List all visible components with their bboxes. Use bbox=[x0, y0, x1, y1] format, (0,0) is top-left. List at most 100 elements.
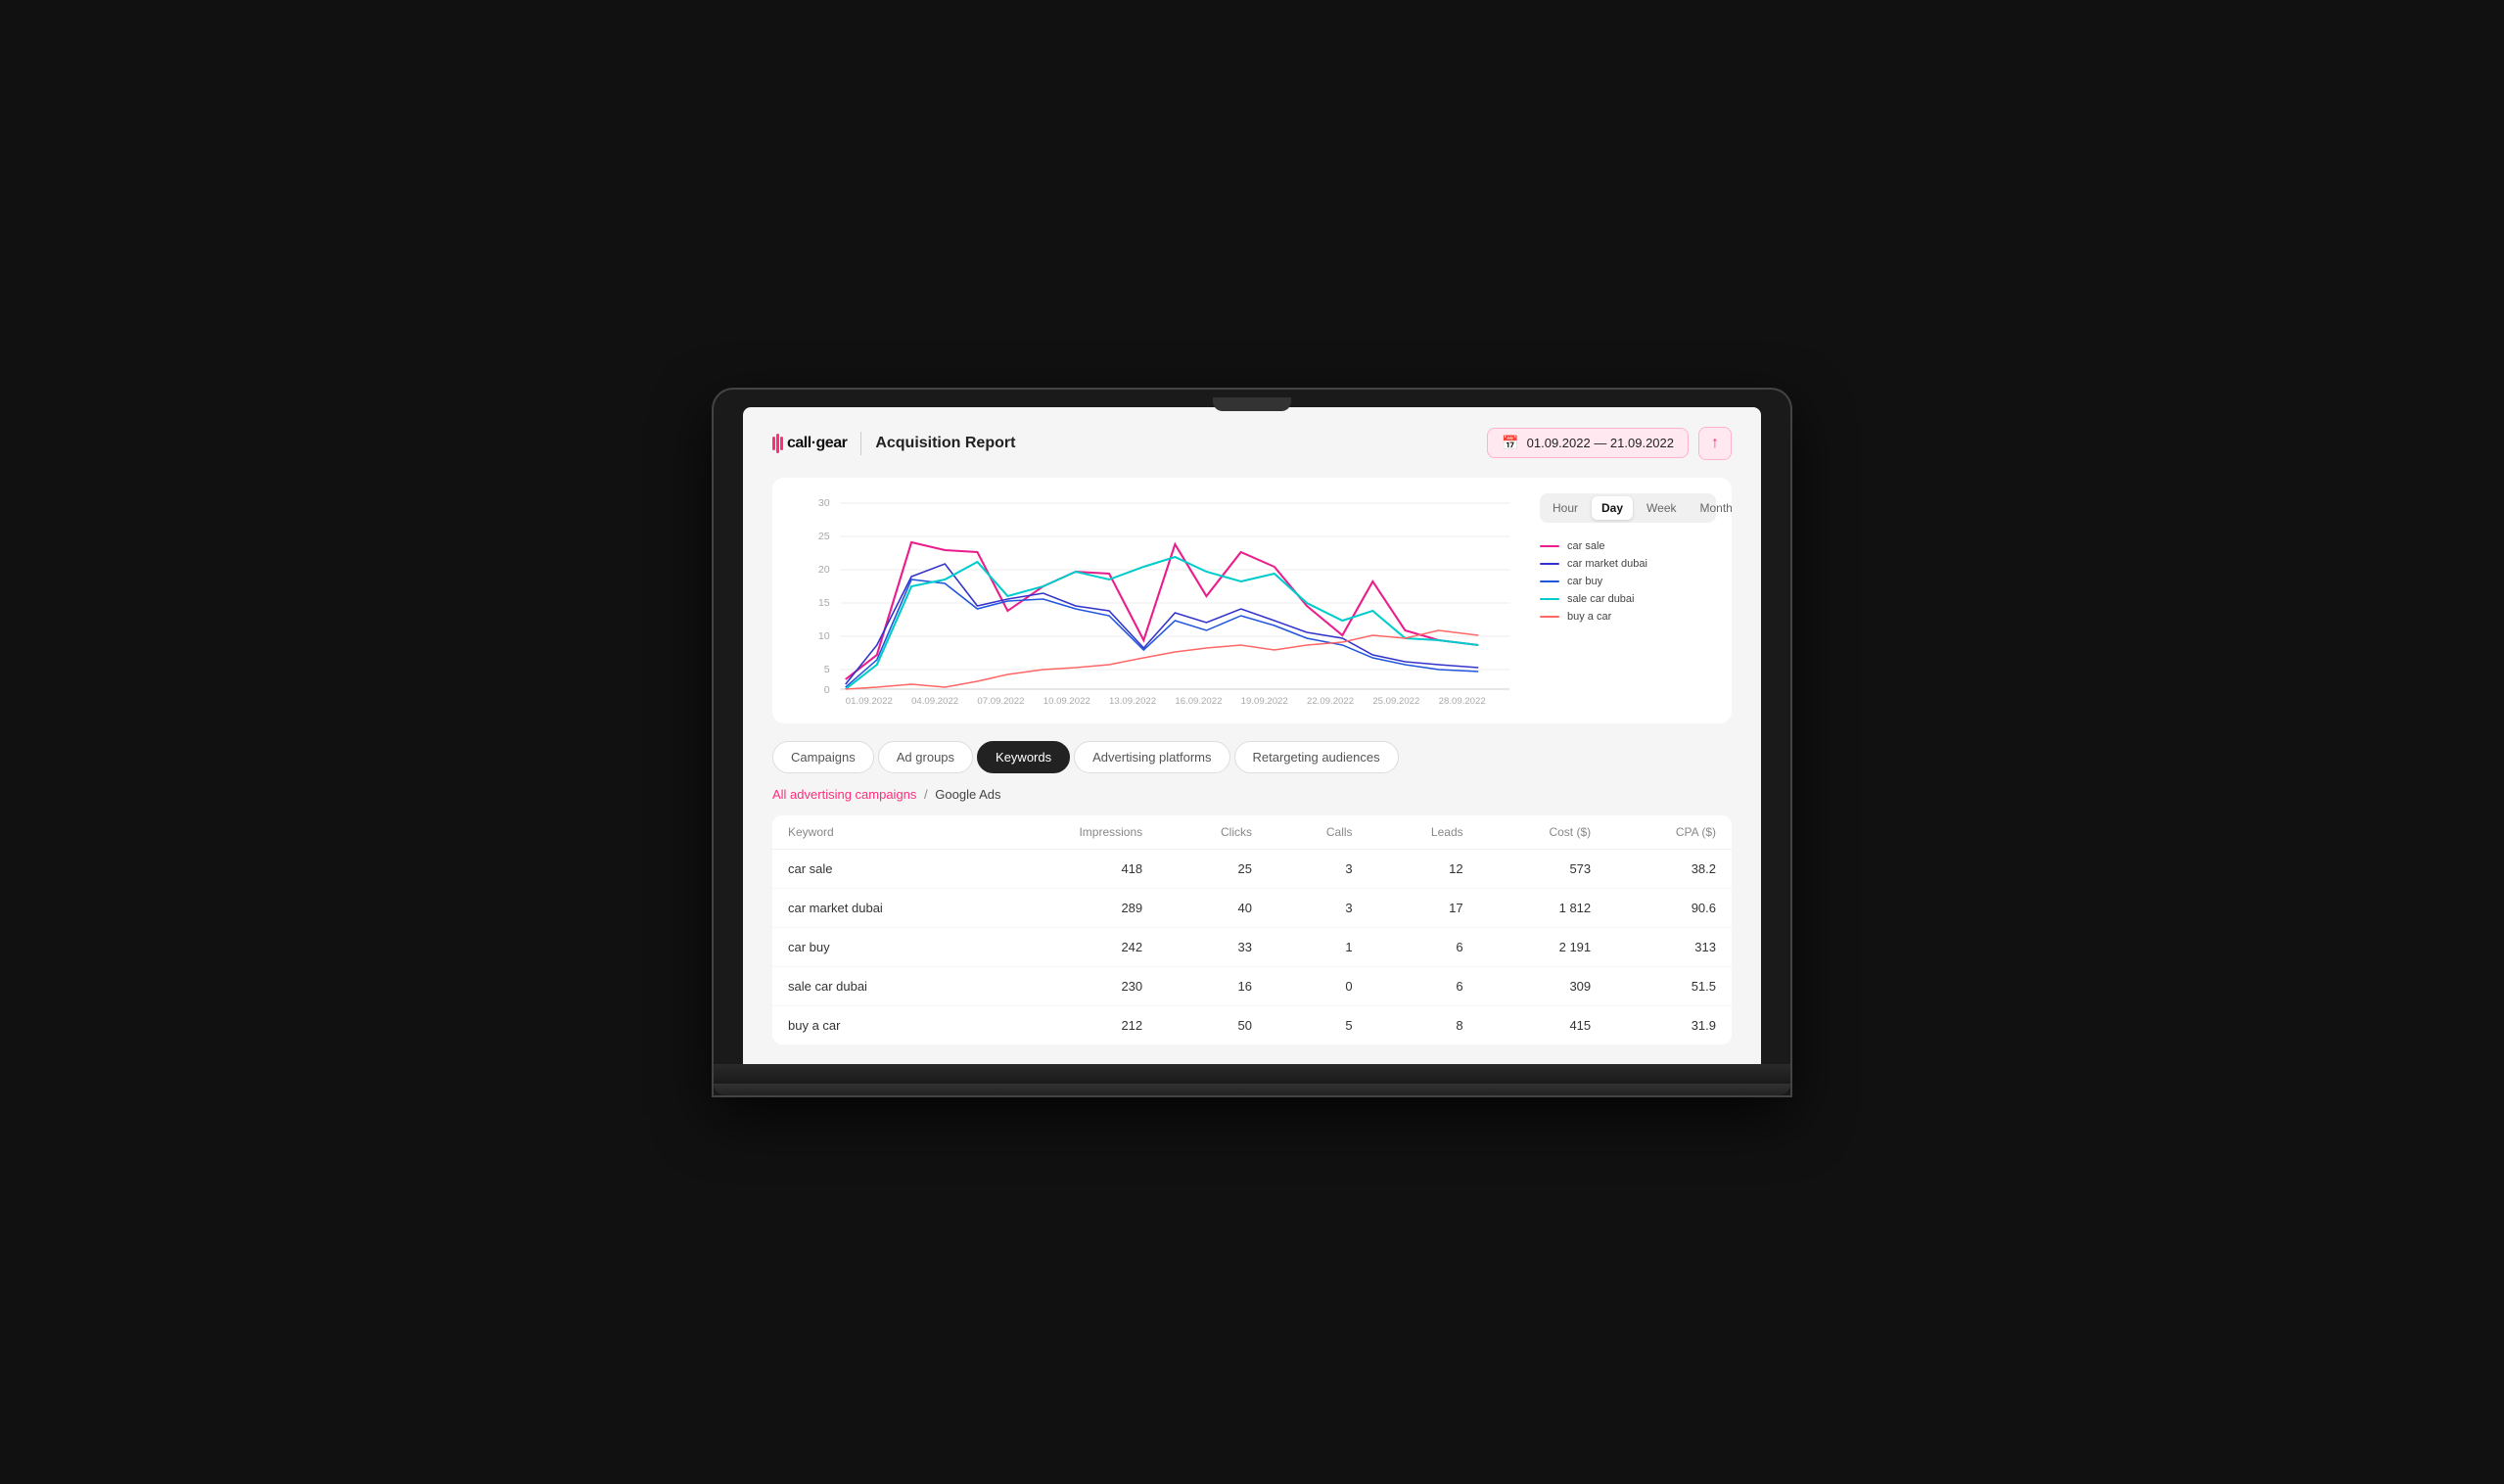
month-button[interactable]: Month bbox=[1691, 496, 1742, 520]
cell-cpa-1: 90.6 bbox=[1606, 888, 1732, 927]
legend-label-sale-car-dubai: sale car dubai bbox=[1567, 593, 1635, 605]
date-range-button[interactable]: 📅 01.09.2022 — 21.09.2022 bbox=[1487, 428, 1689, 458]
logo-bar-1 bbox=[772, 437, 775, 450]
week-button[interactable]: Week bbox=[1637, 496, 1686, 520]
table-row: car buy 242 33 1 6 2 191 313 bbox=[772, 927, 1732, 966]
table-header-row: Keyword Impressions Clicks Calls Leads C… bbox=[772, 815, 1732, 850]
svg-text:13.09.2022: 13.09.2022 bbox=[1109, 696, 1156, 706]
cell-cpa-3: 51.5 bbox=[1606, 966, 1732, 1005]
svg-text:16.09.2022: 16.09.2022 bbox=[1175, 696, 1222, 706]
col-header-leads: Leads bbox=[1368, 815, 1479, 850]
tab-retargeting-audiences[interactable]: Retargeting audiences bbox=[1234, 741, 1399, 773]
legend-item-buy-a-car: buy a car bbox=[1540, 611, 1716, 623]
legend-label-car-sale: car sale bbox=[1567, 540, 1605, 552]
table-row: sale car dubai 230 16 0 6 309 51.5 bbox=[772, 966, 1732, 1005]
hour-button[interactable]: Hour bbox=[1543, 496, 1588, 520]
cell-calls-4: 5 bbox=[1268, 1005, 1368, 1044]
cell-impressions-0: 418 bbox=[993, 849, 1158, 888]
upload-button[interactable]: ↑ bbox=[1698, 427, 1732, 460]
cell-clicks-4: 50 bbox=[1158, 1005, 1268, 1044]
cell-impressions-3: 230 bbox=[993, 966, 1158, 1005]
svg-text:5: 5 bbox=[824, 665, 830, 675]
table-row: buy a car 212 50 5 8 415 31.9 bbox=[772, 1005, 1732, 1044]
svg-text:30: 30 bbox=[818, 498, 830, 509]
page-title: Acquisition Report bbox=[875, 435, 1015, 452]
table-row: car sale 418 25 3 12 573 38.2 bbox=[772, 849, 1732, 888]
legend-color-car-market-dubai bbox=[1540, 563, 1559, 565]
legend-label-buy-a-car: buy a car bbox=[1567, 611, 1611, 623]
cell-cost-2: 2 191 bbox=[1479, 927, 1607, 966]
cell-calls-3: 0 bbox=[1268, 966, 1368, 1005]
cell-cost-1: 1 812 bbox=[1479, 888, 1607, 927]
logo-icon bbox=[772, 434, 783, 453]
legend-item-car-market-dubai: car market dubai bbox=[1540, 558, 1716, 570]
cell-calls-1: 3 bbox=[1268, 888, 1368, 927]
svg-text:04.09.2022: 04.09.2022 bbox=[911, 696, 958, 706]
cell-cpa-4: 31.9 bbox=[1606, 1005, 1732, 1044]
breadcrumb-current: Google Ads bbox=[935, 787, 1000, 802]
header-right: 📅 01.09.2022 — 21.09.2022 ↑ bbox=[1487, 427, 1732, 460]
cell-keyword-4: buy a car bbox=[772, 1005, 993, 1044]
cell-keyword-1: car market dubai bbox=[772, 888, 993, 927]
chart-wrapper: 30 25 20 15 10 5 0 01.09.2022 04.09.2022… bbox=[788, 493, 1520, 714]
svg-text:10.09.2022: 10.09.2022 bbox=[1043, 696, 1090, 706]
header-left: call·gear Acquisition Report bbox=[772, 432, 1015, 455]
data-table: Keyword Impressions Clicks Calls Leads C… bbox=[772, 815, 1732, 1044]
date-range-text: 01.09.2022 — 21.09.2022 bbox=[1527, 436, 1674, 450]
svg-text:0: 0 bbox=[824, 685, 830, 696]
tab-keywords[interactable]: Keywords bbox=[977, 741, 1070, 773]
cell-cost-3: 309 bbox=[1479, 966, 1607, 1005]
legend-label-car-market-dubai: car market dubai bbox=[1567, 558, 1647, 570]
col-header-impressions: Impressions bbox=[993, 815, 1158, 850]
svg-text:25.09.2022: 25.09.2022 bbox=[1372, 696, 1419, 706]
tab-advertising-platforms[interactable]: Advertising platforms bbox=[1074, 741, 1229, 773]
svg-text:19.09.2022: 19.09.2022 bbox=[1241, 696, 1288, 706]
svg-text:15: 15 bbox=[818, 598, 830, 609]
chart-svg: 30 25 20 15 10 5 0 01.09.2022 04.09.2022… bbox=[788, 493, 1520, 709]
logo-bar-3 bbox=[780, 437, 783, 450]
svg-text:22.09.2022: 22.09.2022 bbox=[1307, 696, 1354, 706]
cell-impressions-2: 242 bbox=[993, 927, 1158, 966]
calendar-icon: 📅 bbox=[1502, 435, 1518, 451]
col-header-cost: Cost ($) bbox=[1479, 815, 1607, 850]
time-toggle: Hour Day Week Month bbox=[1540, 493, 1716, 523]
svg-text:10: 10 bbox=[818, 631, 830, 642]
chart-legend: car sale car market dubai car buy s bbox=[1540, 540, 1716, 623]
chart-container: 30 25 20 15 10 5 0 01.09.2022 04.09.2022… bbox=[772, 478, 1732, 723]
breadcrumb-link[interactable]: All advertising campaigns bbox=[772, 787, 916, 802]
tab-ad-groups[interactable]: Ad groups bbox=[878, 741, 973, 773]
chart-right: Hour Day Week Month car sale car market … bbox=[1540, 493, 1716, 714]
logo-bar-2 bbox=[776, 434, 779, 453]
header-divider bbox=[860, 432, 861, 455]
svg-text:01.09.2022: 01.09.2022 bbox=[846, 696, 893, 706]
upload-icon: ↑ bbox=[1711, 435, 1719, 452]
cell-cost-4: 415 bbox=[1479, 1005, 1607, 1044]
table-row: car market dubai 289 40 3 17 1 812 90.6 bbox=[772, 888, 1732, 927]
cell-cost-0: 573 bbox=[1479, 849, 1607, 888]
day-button[interactable]: Day bbox=[1592, 496, 1633, 520]
cell-clicks-0: 25 bbox=[1158, 849, 1268, 888]
svg-text:20: 20 bbox=[818, 565, 830, 576]
tab-campaigns[interactable]: Campaigns bbox=[772, 741, 874, 773]
legend-label-car-buy: car buy bbox=[1567, 576, 1602, 587]
cell-leads-2: 6 bbox=[1368, 927, 1479, 966]
laptop-stand bbox=[714, 1084, 1790, 1095]
legend-color-buy-a-car bbox=[1540, 616, 1559, 618]
legend-color-car-sale bbox=[1540, 545, 1559, 547]
col-header-clicks: Clicks bbox=[1158, 815, 1268, 850]
col-header-calls: Calls bbox=[1268, 815, 1368, 850]
header: call·gear Acquisition Report 📅 01.09.202… bbox=[772, 427, 1732, 460]
legend-item-car-sale: car sale bbox=[1540, 540, 1716, 552]
cell-clicks-1: 40 bbox=[1158, 888, 1268, 927]
legend-color-car-buy bbox=[1540, 580, 1559, 582]
cell-cpa-0: 38.2 bbox=[1606, 849, 1732, 888]
laptop-notch bbox=[1213, 397, 1291, 411]
breadcrumb: All advertising campaigns / Google Ads bbox=[772, 787, 1732, 802]
logo: call·gear bbox=[772, 434, 847, 453]
laptop-base bbox=[714, 1064, 1790, 1084]
cell-calls-2: 1 bbox=[1268, 927, 1368, 966]
cell-clicks-2: 33 bbox=[1158, 927, 1268, 966]
col-header-cpa: CPA ($) bbox=[1606, 815, 1732, 850]
cell-impressions-1: 289 bbox=[993, 888, 1158, 927]
cell-keyword-0: car sale bbox=[772, 849, 993, 888]
